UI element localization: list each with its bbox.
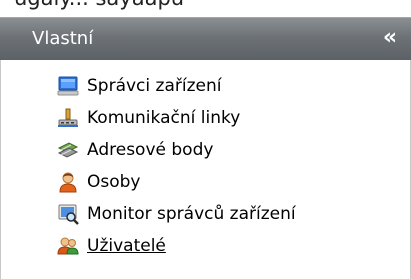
collapse-button[interactable]: « [379,25,401,51]
monitor-search-icon [57,203,79,225]
users-icon [57,235,79,257]
list-item-adresove-body[interactable]: Adresové body [1,134,381,166]
list-item-label: Osoby [87,172,141,192]
address-points-icon [57,139,79,161]
list-item-komunikacni-linky[interactable]: Komunikační linky [1,102,381,134]
network-link-icon [57,107,79,129]
list-item-osoby[interactable]: Osoby [1,166,381,198]
list-item-label: Komunikační linky [87,108,241,128]
list-item-label: Správci zařízení [87,76,222,96]
list-item-label: Monitor správců zařízení [87,204,296,224]
monitor-icon [57,75,79,97]
item-list: Správci zařízení Komunikační linky Adres… [0,60,411,279]
panel-header[interactable]: Vlastní « [0,17,411,60]
panel-title: Vlastní [32,28,94,49]
list-item-spravci-zarizeni[interactable]: Správci zařízení [1,70,381,102]
cropped-top-text: ugaly... sayaapu [14,0,184,10]
vlastni-panel: Vlastní « Správci zařízení Komunikační l… [0,17,411,279]
list-item-label: Uživatelé [87,236,166,256]
list-item-uzivatele[interactable]: Uživatelé [1,230,381,262]
list-item-monitor-spravcu[interactable]: Monitor správců zařízení [1,198,381,230]
person-icon [57,171,79,193]
page: ugaly... sayaapu Vlastní « Správci zaříz… [0,0,411,279]
list-item-label: Adresové body [87,140,214,160]
